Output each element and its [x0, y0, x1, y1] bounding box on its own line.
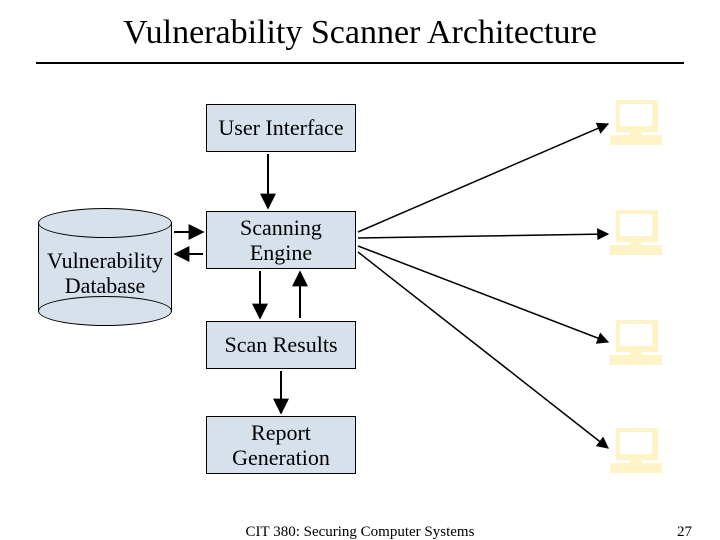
page-number: 27	[677, 524, 692, 540]
node-user-interface-label: User Interface	[218, 115, 343, 140]
target-host-icon	[610, 428, 662, 472]
footer-text: CIT 380: Securing Computer Systems	[0, 524, 720, 540]
node-report-generation-label: Report Generation	[232, 420, 330, 471]
node-vulnerability-database: Vulnerability Database	[38, 208, 172, 326]
target-host-icon	[610, 210, 662, 254]
node-scan-results-label: Scan Results	[224, 332, 337, 357]
slide-title: Vulnerability Scanner Architecture	[0, 14, 720, 52]
node-vulnerability-database-label: Vulnerability Database	[38, 248, 172, 299]
node-scanning-engine: Scanning Engine	[206, 211, 356, 269]
target-host-icon	[610, 100, 662, 144]
node-user-interface: User Interface	[206, 104, 356, 152]
node-report-generation: Report Generation	[206, 416, 356, 474]
target-host-icon	[610, 320, 662, 364]
title-underline	[36, 62, 684, 64]
node-scan-results: Scan Results	[206, 321, 356, 369]
node-scanning-engine-label: Scanning Engine	[240, 215, 322, 266]
